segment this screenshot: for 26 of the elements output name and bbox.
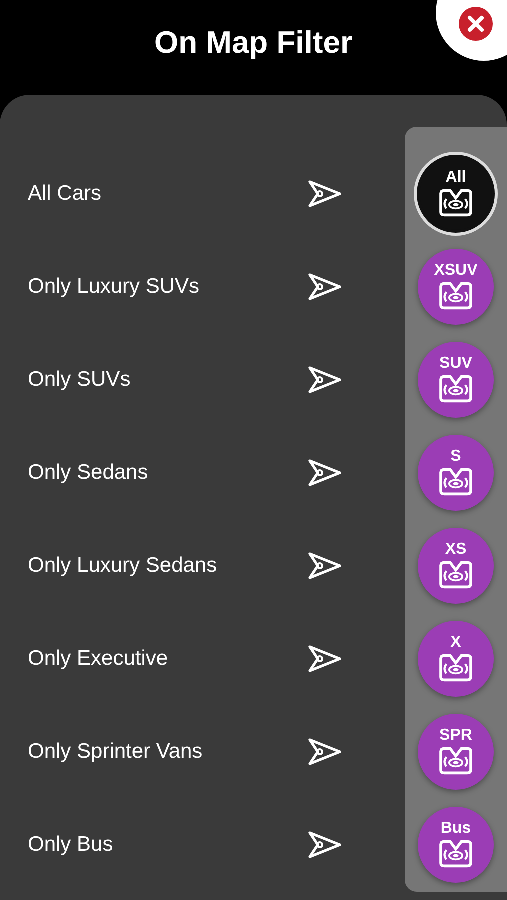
category-badge[interactable]: Bus — [418, 806, 494, 882]
filter-label[interactable]: All Cars — [28, 182, 102, 206]
navigation-arrow-icon[interactable] — [307, 644, 343, 674]
category-badge[interactable]: XSUV — [418, 248, 494, 324]
filter-label[interactable]: Only Luxury Sedans — [28, 554, 218, 578]
filter-label[interactable]: Only Sprinter Vans — [28, 740, 203, 764]
category-badge[interactable]: SUV — [418, 342, 494, 418]
navigation-arrow-icon[interactable] — [307, 364, 343, 394]
category-badge[interactable]: SPR — [418, 714, 494, 790]
filter-label[interactable]: Only Bus — [28, 832, 114, 856]
navigation-arrow-icon[interactable] — [307, 550, 343, 580]
filter-label[interactable]: Only Executive — [28, 646, 168, 670]
filter-label[interactable]: Only Luxury SUVs — [28, 274, 200, 298]
category-badge[interactable]: XS — [418, 528, 494, 604]
close-icon — [459, 7, 493, 41]
page-title: On Map Filter — [154, 24, 353, 60]
category-badge[interactable]: S — [418, 434, 494, 510]
category-badge[interactable]: All — [420, 158, 492, 230]
navigation-arrow-icon[interactable] — [307, 178, 343, 208]
navigation-arrow-icon[interactable] — [307, 272, 343, 302]
navigation-arrow-icon[interactable] — [307, 736, 343, 766]
filter-label[interactable]: Only Sedans — [28, 460, 148, 484]
category-badge[interactable]: X — [418, 620, 494, 696]
navigation-arrow-icon[interactable] — [307, 458, 343, 488]
filter-label[interactable]: Only SUVs — [28, 368, 131, 392]
navigation-arrow-icon[interactable] — [307, 830, 343, 860]
